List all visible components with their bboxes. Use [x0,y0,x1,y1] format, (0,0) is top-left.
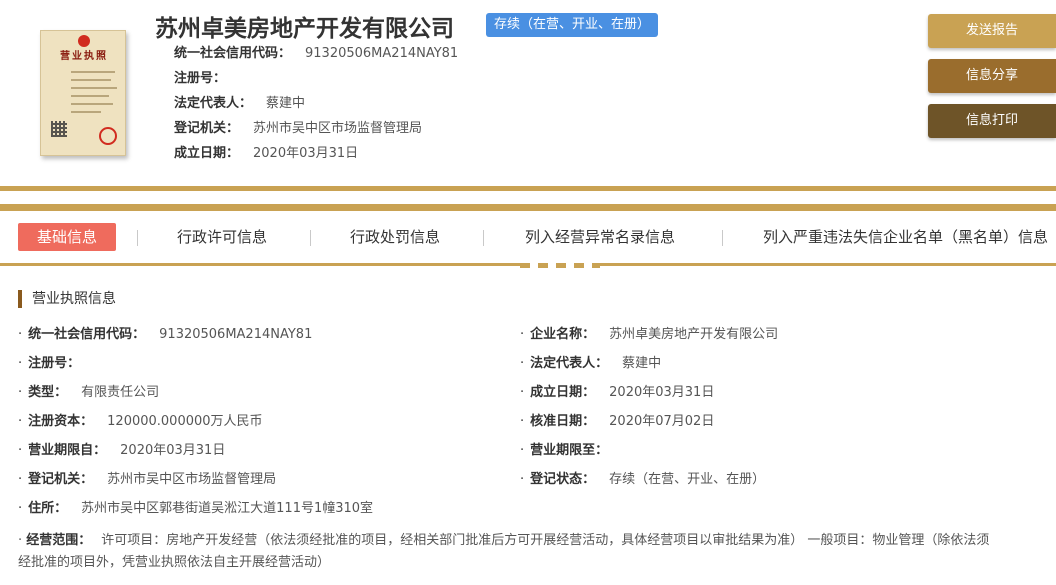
status-badge: 存续（在营、开业、在册） [486,13,659,37]
bullet: · [18,472,23,487]
field-label: 营业期限至： [530,443,609,458]
print-info-button[interactable]: 信息打印 [928,104,1056,138]
bullet: · [520,414,525,429]
header-authority-row: 登记机关： 苏州市吴中区市场监督管理局 [174,120,422,138]
qr-code-icon [51,121,67,137]
field-label: 注册资本： [28,414,94,429]
tabs-top-divider [0,204,1056,211]
header-founded-label: 成立日期： [174,146,240,161]
field-reg-no: · 注册号： [18,355,94,373]
field-founded-date: · 成立日期： 2020年03月31日 [520,384,714,402]
tab-admin-penalty[interactable]: 行政处罚信息 [350,223,440,251]
tabs-bottom-divider-pattern [520,263,600,268]
bullet: · [18,443,23,458]
business-scope-line-1: · 经营范围： 许可项目：房地产开发经营（依法须经批准的项目，经相关部门批准后方可… [18,530,1056,552]
field-label: 登记状态： [530,472,596,487]
license-image-title: 营业执照 [60,51,108,62]
field-value: 有限责任公司 [81,385,160,400]
header-divider [0,186,1056,191]
field-legal-rep: · 法定代表人： 蔡建中 [520,355,661,373]
business-scope-line-2: 经批准的项目外，凭营业执照依法自主开展经营活动） [18,555,331,570]
field-label: 经营范围： [26,533,92,548]
bullet: · [520,356,525,371]
tab-separator [310,230,311,246]
tab-separator [722,230,723,246]
tab-admin-license[interactable]: 行政许可信息 [177,223,267,251]
field-label: 住所： [28,501,68,516]
official-seal-icon [99,127,117,145]
field-business-scope: · 经营范围： 许可项目：房地产开发经营（依法须经批准的项目，经相关部门批准后方可… [18,530,1056,574]
header-reg-no-row: 注册号： [174,70,240,88]
tab-abnormal-operation[interactable]: 列入经营异常名录信息 [525,223,675,251]
bullet: · [520,443,525,458]
field-registered-capital: · 注册资本： 120000.000000万人民币 [18,413,263,431]
header-authority-value: 苏州市吴中区市场监督管理局 [253,121,423,136]
field-approval-date: · 核准日期： 2020年07月02日 [520,413,714,431]
field-label: 统一社会信用代码： [28,327,146,342]
header-reg-no-label: 注册号： [174,71,227,86]
header-legal-rep-row: 法定代表人： 蔡建中 [174,95,305,113]
bullet: · [18,356,23,371]
header-legal-rep-value: 蔡建中 [266,96,306,111]
tab-blacklist[interactable]: 列入严重违法失信企业名单（黑名单）信息 [763,223,1048,251]
field-label: 类型： [28,385,68,400]
field-value: 2020年07月02日 [609,414,715,429]
bullet: · [18,501,23,516]
bullet: · [18,327,23,342]
field-value: 苏州市吴中区市场监督管理局 [107,472,277,487]
header-credit-code-row: 统一社会信用代码： 91320506MA214NAY81 [174,45,458,63]
field-value: 2020年03月31日 [120,443,226,458]
business-scope-text-1: 许可项目：房地产开发经营（依法须经批准的项目，经相关部门批准后方可开展经营活动，… [101,533,990,548]
field-type: · 类型： 有限责任公司 [18,384,159,402]
header-authority-label: 登记机关： [174,121,240,136]
tab-separator [137,230,138,246]
share-info-button[interactable]: 信息分享 [928,59,1056,93]
header-founded-row: 成立日期： 2020年03月31日 [174,145,358,163]
field-value: 苏州卓美房地产开发有限公司 [609,327,779,342]
field-label: 法定代表人： [530,356,609,371]
header-credit-code-value: 91320506MA214NAY81 [305,46,459,61]
tab-basic-info[interactable]: 基础信息 [18,223,116,251]
company-detail-page: 营业执照 苏州卓美房地产开发有限公司 存续（在营、开业、在册） 统一社会信用代码… [0,0,1056,585]
field-label: 登记机关： [28,472,94,487]
bullet: · [520,472,525,487]
field-label: 成立日期： [530,385,596,400]
header-founded-value: 2020年03月31日 [253,146,359,161]
field-value: 存续（在营、开业、在册） [609,472,766,487]
field-value: 120000.000000万人民币 [107,414,263,429]
field-value: 91320506MA214NAY81 [159,327,313,342]
national-emblem-icon [78,35,90,47]
bullet: · [18,414,23,429]
bullet: · [520,385,525,400]
field-term-from: · 营业期限自： 2020年03月31日 [18,442,225,460]
field-label: 核准日期： [530,414,596,429]
section-title-license-info: 营业执照信息 [18,290,116,308]
info-tabs: 基础信息 行政许可信息 行政处罚信息 列入经营异常名录信息 列入严重违法失信企业… [0,211,1056,263]
field-reg-status: · 登记状态： 存续（在营、开业、在册） [520,471,765,489]
field-address: · 住所： 苏州市吴中区郭巷街道吴淞江大道111号1幢310室 [18,500,373,518]
field-term-to: · 营业期限至： [520,442,622,460]
field-value: 2020年03月31日 [609,385,715,400]
field-authority: · 登记机关： 苏州市吴中区市场监督管理局 [18,471,276,489]
bullet: · [520,327,525,342]
field-label: 注册号： [28,356,81,371]
field-company-name: · 企业名称： 苏州卓美房地产开发有限公司 [520,326,778,344]
field-value: 苏州市吴中区郭巷街道吴淞江大道111号1幢310室 [81,501,374,516]
business-license-image[interactable]: 营业执照 [40,30,126,156]
bullet: · [18,385,23,400]
field-value: 蔡建中 [622,356,662,371]
header-legal-rep-label: 法定代表人： [174,96,253,111]
field-credit-code: · 统一社会信用代码： 91320506MA214NAY81 [18,326,312,344]
bullet: · [18,533,23,548]
send-report-button[interactable]: 发送报告 [928,14,1056,48]
header-credit-code-label: 统一社会信用代码： [174,46,292,61]
company-name: 苏州卓美房地产开发有限公司 [155,16,454,42]
field-label: 企业名称： [530,327,596,342]
tab-separator [483,230,484,246]
field-label: 营业期限自： [28,443,107,458]
